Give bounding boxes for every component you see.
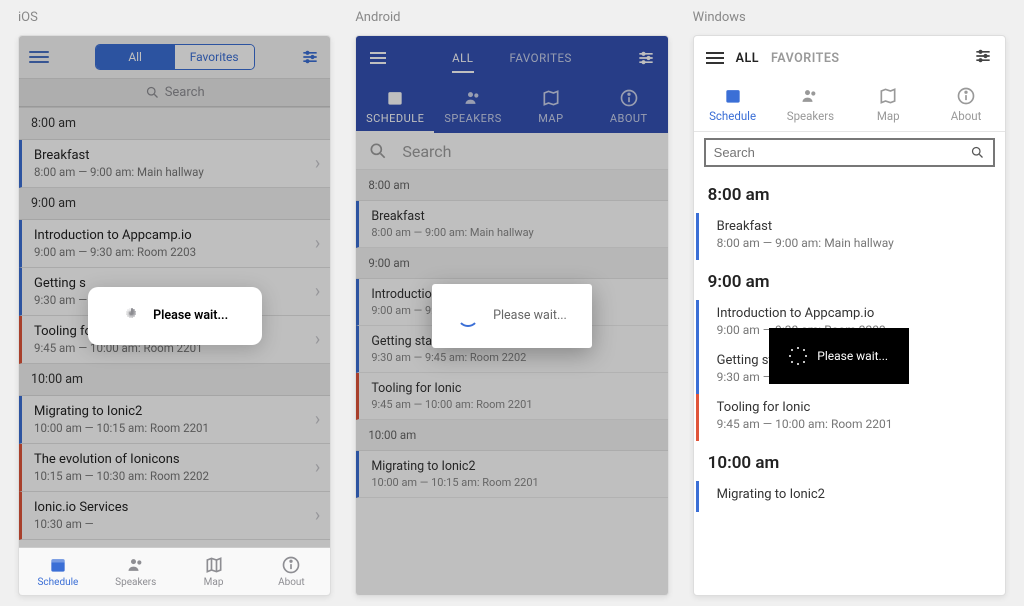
loading-modal: Please wait... <box>769 328 909 384</box>
tab-label: Map <box>877 109 900 123</box>
segment-control: ALL FAVORITES <box>736 51 840 66</box>
list-item[interactable]: Breakfast 8:00 am — 9:00 am: Main hallway <box>696 213 1005 260</box>
platform-label-ios: iOS <box>18 10 331 25</box>
windows-header: ALL FAVORITES Schedule Speakers <box>694 36 1005 132</box>
calendar-icon <box>48 555 68 575</box>
menu-icon[interactable] <box>706 52 724 64</box>
tab-label: Schedule <box>709 109 756 123</box>
segment-favorites[interactable]: FAVORITES <box>771 51 840 66</box>
calendar-icon <box>723 86 743 106</box>
list-item[interactable]: Migrating to Ionic2 <box>696 481 1005 512</box>
people-icon <box>800 86 820 106</box>
map-icon <box>878 86 898 106</box>
platform-label-windows: Windows <box>693 10 1006 25</box>
info-icon <box>281 555 301 575</box>
platform-label-android: Android <box>355 10 668 25</box>
time-group-header: 10:00 am <box>694 441 1005 481</box>
windows-device: ALL FAVORITES Schedule Speakers <box>693 35 1006 596</box>
map-icon <box>204 555 224 575</box>
tab-speakers[interactable]: Speakers <box>771 80 849 131</box>
item-subtitle: 8:00 am — 9:00 am: Main hallway <box>717 236 991 250</box>
tab-label: Schedule <box>37 577 78 588</box>
time-group-header: 8:00 am <box>694 173 1005 213</box>
item-title: Migrating to Ionic2 <box>717 487 991 502</box>
tab-label: Map <box>204 577 224 588</box>
tab-schedule[interactable]: Schedule <box>19 548 97 595</box>
spinner-icon <box>457 305 479 327</box>
tab-label: Speakers <box>115 577 156 588</box>
item-subtitle: 9:45 am — 10:00 am: Room 2201 <box>717 417 991 431</box>
android-device: ALL FAVORITES SCHEDULE SPEAKERS <box>355 35 668 596</box>
item-title: Tooling for Ionic <box>717 400 991 415</box>
item-title: Breakfast <box>717 219 991 234</box>
tab-speakers[interactable]: Speakers <box>97 548 175 595</box>
loading-text: Please wait... <box>817 349 888 363</box>
tab-about[interactable]: About <box>927 80 1005 131</box>
search-bar[interactable] <box>704 138 995 167</box>
tab-label: About <box>278 577 305 588</box>
tab-bar: Schedule Speakers Map About <box>694 80 1005 131</box>
loading-modal: Please wait... <box>432 284 592 348</box>
ios-device: All Favorites Search 8:00 am Breakfast8:… <box>18 35 331 596</box>
tab-schedule[interactable]: Schedule <box>694 80 772 131</box>
search-icon <box>970 145 985 160</box>
info-icon <box>956 86 976 106</box>
tab-map[interactable]: Map <box>849 80 927 131</box>
loading-text: Please wait... <box>153 308 228 323</box>
people-icon <box>126 555 146 575</box>
time-group-header: 9:00 am <box>694 260 1005 300</box>
spinner-icon <box>789 347 807 365</box>
tab-about[interactable]: About <box>252 548 330 595</box>
item-title: Introduction to Appcamp.io <box>717 306 991 321</box>
tab-bar: Schedule Speakers Map About <box>19 547 330 595</box>
tab-label: About <box>951 109 982 123</box>
filter-icon[interactable] <box>973 46 993 70</box>
spinner-icon <box>121 306 141 326</box>
loading-text: Please wait... <box>493 308 567 323</box>
list-item[interactable]: Tooling for Ionic 9:45 am — 10:00 am: Roo… <box>696 394 1005 441</box>
tab-label: Speakers <box>787 109 834 123</box>
search-input[interactable] <box>714 145 970 160</box>
loading-modal: Please wait... <box>88 287 262 345</box>
segment-all[interactable]: ALL <box>736 51 759 66</box>
tab-map[interactable]: Map <box>175 548 253 595</box>
